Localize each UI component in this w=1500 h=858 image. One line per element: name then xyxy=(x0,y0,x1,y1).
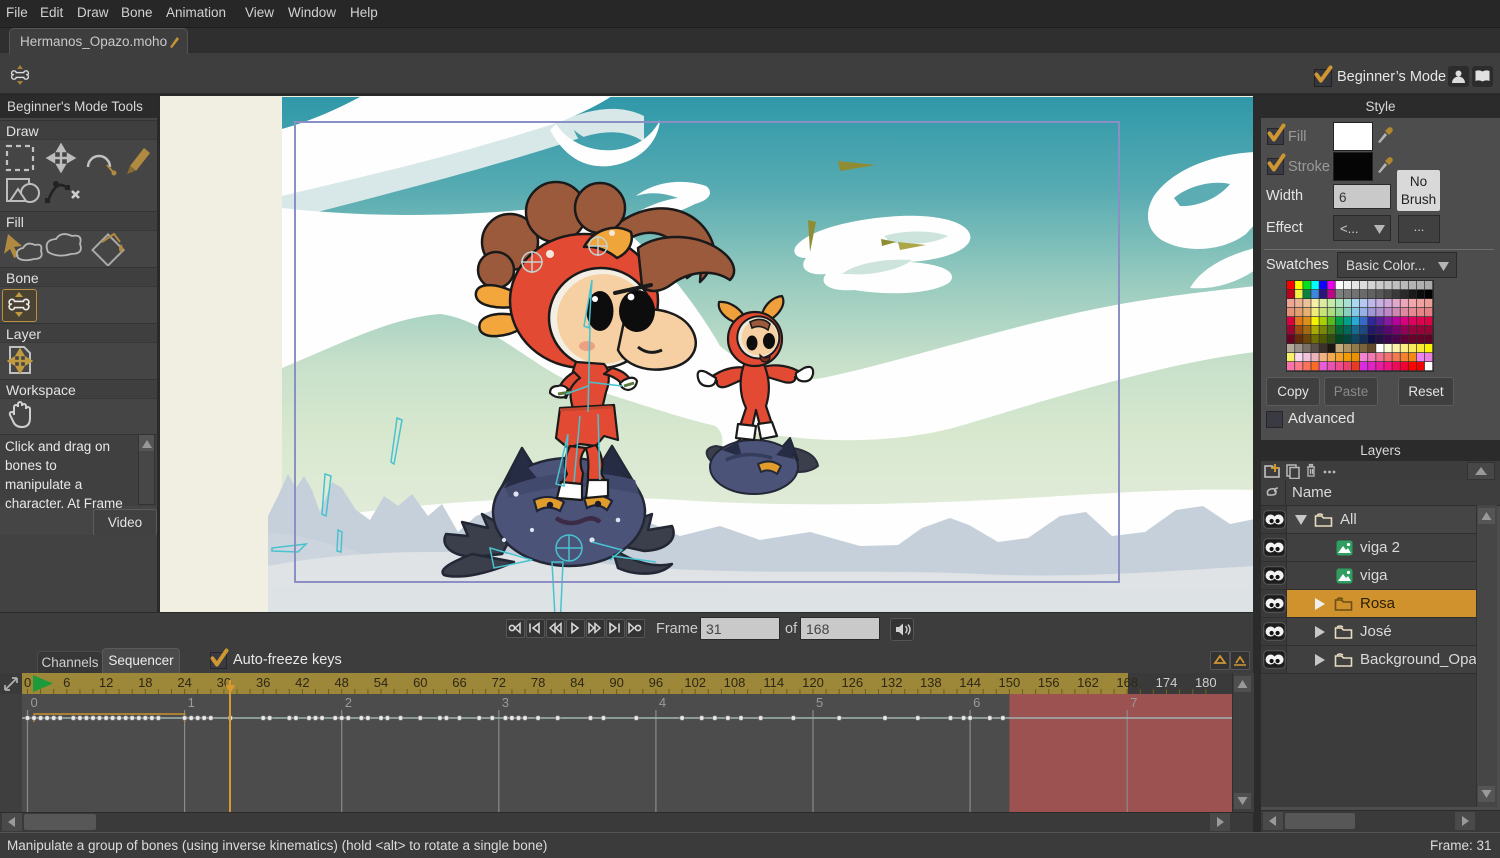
svg-text:6: 6 xyxy=(973,695,980,710)
svg-text:7: 7 xyxy=(1130,695,1137,710)
svg-text:66: 66 xyxy=(452,675,466,690)
svg-text:36: 36 xyxy=(256,675,270,690)
svg-text:144: 144 xyxy=(959,675,981,690)
svg-text:24: 24 xyxy=(177,675,191,690)
svg-text:18: 18 xyxy=(138,675,152,690)
svg-text:162: 162 xyxy=(1077,675,1099,690)
svg-text:54: 54 xyxy=(374,675,388,690)
svg-text:4: 4 xyxy=(659,695,666,710)
svg-text:180: 180 xyxy=(1195,675,1217,690)
svg-text:90: 90 xyxy=(609,675,623,690)
svg-text:5: 5 xyxy=(816,695,823,710)
svg-text:174: 174 xyxy=(1156,675,1178,690)
svg-text:0: 0 xyxy=(31,695,38,710)
svg-text:1: 1 xyxy=(188,695,195,710)
svg-text:114: 114 xyxy=(763,675,784,690)
svg-text:60: 60 xyxy=(413,675,427,690)
svg-text:84: 84 xyxy=(570,675,584,690)
svg-text:3: 3 xyxy=(502,695,509,710)
svg-text:0: 0 xyxy=(24,675,31,690)
svg-text:48: 48 xyxy=(334,675,348,690)
svg-text:96: 96 xyxy=(649,675,663,690)
svg-text:102: 102 xyxy=(684,675,706,690)
svg-text:126: 126 xyxy=(841,675,863,690)
svg-text:78: 78 xyxy=(531,675,545,690)
svg-text:12: 12 xyxy=(99,675,113,690)
svg-text:150: 150 xyxy=(999,675,1021,690)
svg-text:168: 168 xyxy=(1116,675,1138,690)
svg-text:132: 132 xyxy=(881,675,903,690)
svg-text:42: 42 xyxy=(295,675,309,690)
svg-text:156: 156 xyxy=(1038,675,1060,690)
svg-text:2: 2 xyxy=(345,695,352,710)
svg-text:6: 6 xyxy=(63,675,70,690)
svg-text:138: 138 xyxy=(920,675,942,690)
svg-text:120: 120 xyxy=(802,675,824,690)
svg-text:108: 108 xyxy=(724,675,746,690)
svg-text:72: 72 xyxy=(492,675,506,690)
